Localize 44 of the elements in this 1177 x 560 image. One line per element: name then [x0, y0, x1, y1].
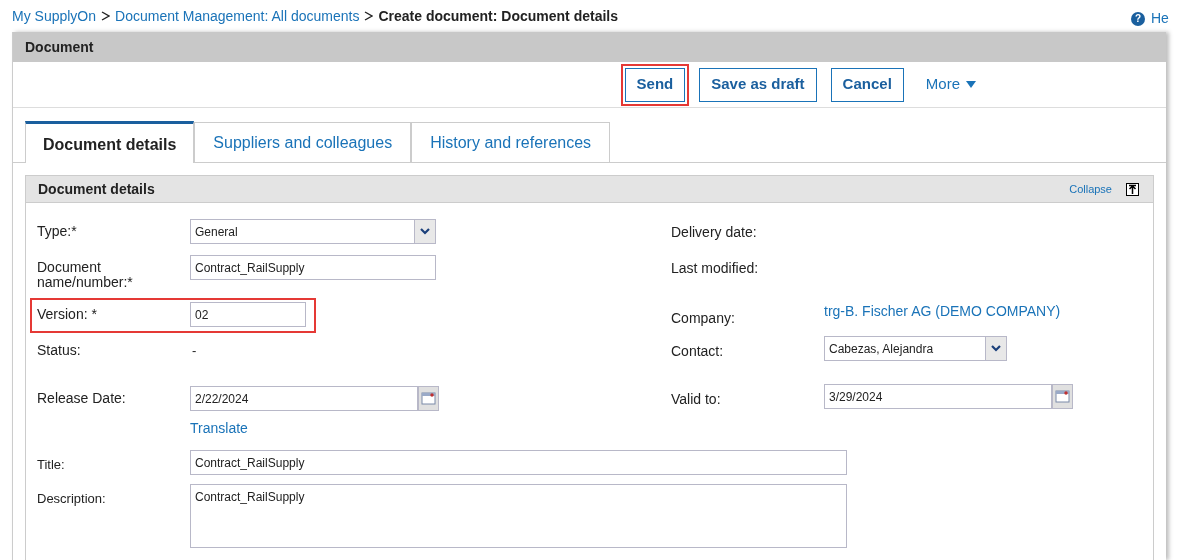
translate-link[interactable]: Translate — [190, 418, 248, 450]
input-field[interactable]: 3/29/2024 — [824, 384, 1052, 409]
input-field[interactable]: 2/22/2024 — [190, 386, 418, 411]
caret-icon — [966, 80, 976, 89]
description-field[interactable]: Contract_RailSupply — [190, 484, 847, 548]
field-label: Contact: — [671, 342, 725, 361]
field-label: Version: * — [37, 305, 98, 322]
tab[interactable]: History and references — [411, 122, 611, 162]
section-title: Document details — [38, 179, 156, 199]
dropdown-button[interactable] — [414, 219, 436, 244]
input-field[interactable]: Contract_RailSupply — [190, 255, 436, 280]
field-label: Valid to: — [671, 390, 722, 409]
chevron-icon — [364, 11, 374, 21]
more-button[interactable]: More — [925, 73, 976, 96]
input-field[interactable]: 02 — [190, 302, 306, 327]
toolbar-button[interactable]: Send — [624, 67, 686, 102]
calendar-icon[interactable] — [418, 386, 439, 411]
field-label: Status: — [37, 341, 82, 358]
field-label: Type:* — [37, 222, 78, 239]
field-label: Title: — [37, 456, 66, 474]
field-label: Company: — [671, 309, 736, 328]
breadcrumb-link[interactable]: My SupplyOn — [12, 5, 97, 27]
help-icon[interactable]: ? — [1131, 11, 1145, 26]
tab[interactable]: Suppliers and colleagues — [194, 122, 412, 162]
field-label: Delivery date: — [671, 223, 758, 242]
breadcrumb-link[interactable]: Document Management: All documents — [115, 5, 360, 27]
collapse-icon[interactable] — [1126, 182, 1139, 196]
panel-header: Document — [13, 32, 1166, 62]
chevron-icon — [101, 11, 111, 21]
toolbar-button[interactable]: Cancel — [830, 67, 904, 102]
input-field[interactable]: Contract_RailSupply — [190, 450, 847, 475]
dropdown-button[interactable] — [985, 336, 1007, 361]
breadcrumb-current: Create document: Document details — [378, 6, 618, 26]
collapse-link[interactable]: Collapse — [1069, 180, 1112, 198]
help-link[interactable]: He — [1151, 8, 1169, 29]
field-label: Last modified: — [671, 259, 760, 278]
field-label: Description: — [37, 490, 107, 508]
tab[interactable]: Document details — [25, 121, 195, 163]
toolbar-button[interactable]: Save as draft — [699, 67, 817, 102]
field-label: Document name/number:* — [37, 258, 134, 290]
status-value: - — [191, 342, 197, 360]
field-label: Release Date: — [37, 389, 127, 406]
calendar-icon[interactable] — [1052, 384, 1073, 409]
company-link[interactable]: trg-B. Fischer AG (DEMO COMPANY) — [824, 300, 1061, 322]
